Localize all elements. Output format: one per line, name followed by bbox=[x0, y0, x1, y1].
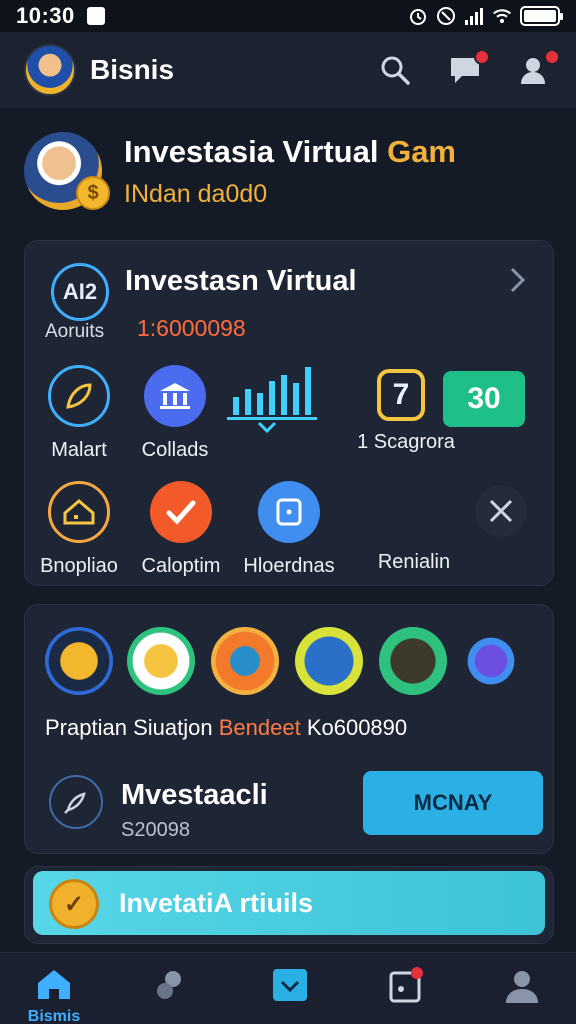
grid-item-hloerdnas[interactable]: Hloerdnas bbox=[239, 481, 339, 578]
notification-box-icon bbox=[389, 967, 423, 1003]
grid-label: Collads bbox=[141, 439, 209, 461]
user-icon bbox=[506, 971, 538, 1003]
investment-card: AI2 Investasn Virtual Aoruits 1:6000098 … bbox=[24, 240, 554, 586]
grid-item-scagrora[interactable]: 1 Scagrora bbox=[341, 431, 471, 454]
search-icon bbox=[381, 56, 410, 85]
nav-invest[interactable] bbox=[250, 967, 330, 1008]
hero-text: Investasia Virtual Gam INdan da0d0 bbox=[124, 134, 456, 209]
nav-home[interactable]: Bismis bbox=[14, 967, 94, 1024]
chevron-right-icon[interactable] bbox=[503, 265, 533, 295]
profile-button[interactable] bbox=[518, 49, 560, 87]
status-bar: 10:30 bbox=[0, 0, 576, 32]
card-header[interactable]: AI2 Investasn Virtual Aoruits 1:6000098 bbox=[45, 255, 533, 351]
label-praptian: Praptian bbox=[45, 715, 127, 740]
page-title: Bisnis bbox=[90, 54, 175, 85]
status-time: 10:30 bbox=[16, 3, 75, 28]
coin-check-icon: ✓ bbox=[49, 879, 99, 929]
coin-row bbox=[45, 627, 535, 699]
gold-coin-icon[interactable] bbox=[127, 627, 195, 695]
grid-label: 1 Scagrora bbox=[357, 431, 455, 453]
home-icon bbox=[38, 970, 70, 999]
notification-dot bbox=[474, 49, 490, 65]
battery-icon bbox=[520, 6, 563, 26]
home-outline-icon bbox=[48, 481, 110, 543]
hero-title-accent: Gam bbox=[387, 133, 456, 169]
coin-icon: $ bbox=[76, 176, 110, 210]
app-actions bbox=[378, 49, 560, 87]
promo-banner[interactable]: ✓ InvetatiA rtiuils bbox=[33, 871, 545, 935]
seven-badge-icon: 7 bbox=[377, 369, 425, 421]
bank-icon bbox=[144, 365, 206, 427]
hero-section: $ Investasia Virtual Gam INdan da0d0 bbox=[24, 126, 554, 216]
signal-icon bbox=[465, 8, 483, 25]
hero-avatar: $ bbox=[24, 132, 110, 210]
label-bendeet: Bendeet bbox=[218, 715, 301, 740]
label-siuatjon: Siuatjon bbox=[133, 715, 213, 740]
wifi-icon bbox=[492, 9, 512, 24]
check-icon bbox=[150, 481, 212, 543]
alarm-icon bbox=[410, 9, 426, 25]
notification-dot bbox=[544, 49, 560, 65]
wallet-icon bbox=[258, 481, 320, 543]
ledger-icon[interactable] bbox=[295, 627, 363, 695]
status-icons bbox=[408, 6, 563, 26]
grid-item-collads[interactable]: Collads bbox=[125, 365, 225, 462]
exchange-icon[interactable] bbox=[463, 633, 519, 689]
dollar-coin-icon[interactable] bbox=[45, 627, 113, 695]
card-value: 1:6000098 bbox=[137, 315, 246, 341]
portfolio-labels: Praptian Siuatjon Bendeet Ko600890 bbox=[45, 715, 407, 741]
action-button[interactable]: MCNAY bbox=[363, 771, 543, 835]
feather-icon bbox=[48, 365, 110, 427]
grid-label: Bnopliao bbox=[40, 555, 118, 577]
grid-label: Renialin bbox=[377, 551, 451, 573]
rocket-icon bbox=[49, 775, 103, 829]
avatar[interactable] bbox=[24, 44, 76, 96]
banner-card: ✓ InvetatiA rtiuils bbox=[24, 866, 554, 944]
app-bar: Bisnis bbox=[0, 32, 576, 108]
nav-home-label: Bismis bbox=[27, 1008, 81, 1024]
wheel-icon[interactable] bbox=[211, 627, 279, 695]
card-title: Investasn Virtual bbox=[125, 265, 357, 297]
grid-item-renialin[interactable]: Renialin bbox=[349, 551, 479, 574]
grid-label: Hloerdnas bbox=[243, 555, 335, 577]
grid-label: Caloptim bbox=[141, 555, 221, 577]
nav-exchange[interactable] bbox=[130, 967, 210, 1008]
portfolio-sub: S20098 bbox=[121, 819, 190, 841]
search-button[interactable] bbox=[378, 53, 412, 87]
bottom-nav: Bismis bbox=[0, 952, 576, 1024]
count-badge[interactable]: 30 bbox=[443, 371, 525, 427]
banner-text: InvetatiA rtiuils bbox=[119, 887, 314, 918]
ticket-check-icon[interactable] bbox=[379, 627, 447, 695]
portfolio-title: Mvestaacli bbox=[121, 779, 268, 811]
close-icon[interactable] bbox=[475, 485, 527, 537]
bar-chart-icon[interactable] bbox=[223, 361, 323, 440]
grid-label: Malart bbox=[51, 439, 107, 461]
dnd-icon bbox=[437, 7, 455, 25]
grid-item-bnopliao[interactable]: Bnopliao bbox=[29, 481, 129, 578]
card-label: Aoruits bbox=[45, 321, 105, 342]
label-value: Ko600890 bbox=[306, 715, 408, 740]
exchange-icon bbox=[157, 971, 181, 999]
ai-icon: AI2 bbox=[51, 263, 109, 321]
nav-notifications[interactable] bbox=[366, 967, 446, 1010]
grid-item-caloptim[interactable]: Caloptim bbox=[131, 481, 231, 578]
gallery-icon bbox=[86, 7, 105, 25]
grid-item-malart[interactable]: Malart bbox=[29, 365, 129, 462]
hero-subtitle: INdan da0d0 bbox=[124, 179, 268, 208]
messages-button[interactable] bbox=[448, 49, 490, 87]
inbox-icon bbox=[273, 969, 307, 1001]
hero-title-main: Investasia Virtual bbox=[124, 133, 379, 169]
hero-title: Investasia Virtual Gam bbox=[124, 134, 456, 170]
nav-profile[interactable] bbox=[482, 967, 562, 1010]
portfolio-card: Praptian Siuatjon Bendeet Ko600890 Mvest… bbox=[24, 604, 554, 854]
